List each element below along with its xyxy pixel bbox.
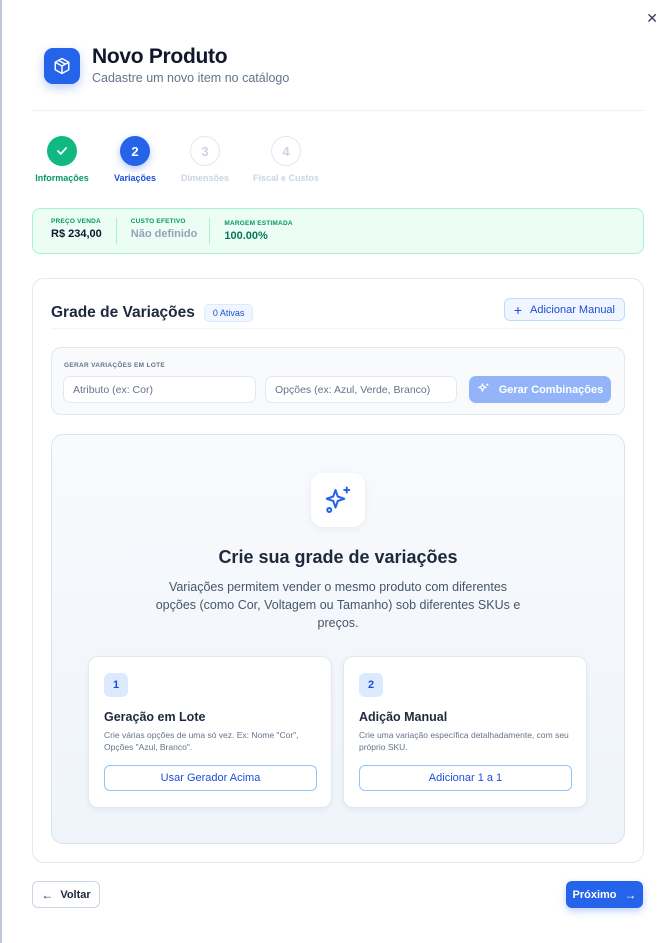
- box-icon: [44, 47, 80, 84]
- step-informacoes[interactable]: Informações: [22, 136, 102, 183]
- arrow-right-icon: →: [624, 887, 637, 902]
- modal-header: Novo Produto Cadastre um novo item no ca…: [44, 46, 289, 85]
- panel-header: Grade de Variações 0 Ativas + Adicionar …: [51, 297, 625, 329]
- attribute-input[interactable]: [63, 376, 256, 403]
- price-value: R$ 234,00: [51, 228, 102, 240]
- bulk-label: GERAR VARIAÇÕES EM LOTE: [64, 362, 166, 369]
- step-label: Dimensões: [180, 173, 230, 183]
- step-number: 3: [190, 136, 220, 166]
- generate-combinations-button[interactable]: Gerar Combinações: [469, 376, 611, 403]
- active-count-badge: 0 Ativas: [203, 303, 254, 322]
- step-fiscal-custos[interactable]: 4 Fiscal e Custos: [246, 136, 326, 183]
- cost-metric: CUSTO EFETIVO Não definido: [131, 218, 211, 244]
- card-description: Crie várias opções de uma só vez. Ex: No…: [104, 730, 299, 752]
- add-one-by-one-button[interactable]: Adicionar 1 a 1: [359, 765, 572, 791]
- step-number: 4: [271, 136, 301, 166]
- card-title: Geração em Lote: [104, 710, 206, 724]
- step-label: Variações: [113, 173, 157, 183]
- step-variacoes[interactable]: 2 Variações: [95, 136, 175, 183]
- bulk-generation-card: 1 Geração em Lote Crie várias opções de …: [88, 656, 332, 808]
- divider: [32, 110, 644, 111]
- check-icon: [47, 136, 77, 166]
- next-button[interactable]: Próximo →: [566, 881, 643, 908]
- sparkles-icon: [477, 382, 490, 398]
- step-label: Informações: [35, 173, 89, 183]
- step-dimensoes[interactable]: 3 Dimensões: [165, 136, 245, 183]
- pricing-summary: PREÇO VENDA R$ 234,00 CUSTO EFETIVO Não …: [32, 208, 644, 254]
- manual-addition-card: 2 Adição Manual Crie uma variação especí…: [343, 656, 587, 808]
- page-subtitle: Cadastre um novo item no catálogo: [92, 71, 290, 85]
- step-number: 2: [120, 136, 150, 166]
- cost-value: Não definido: [130, 228, 198, 240]
- price-metric: PREÇO VENDA R$ 234,00: [51, 218, 117, 244]
- window-edge: [0, 0, 2, 943]
- arrow-left-icon: ←: [41, 887, 54, 902]
- options-input[interactable]: [265, 376, 457, 403]
- variations-panel: Grade de Variações 0 Ativas + Adicionar …: [32, 278, 644, 863]
- empty-description: Variações permitem vender o mesmo produt…: [155, 580, 521, 630]
- empty-state: Crie sua grade de variações Variações pe…: [51, 434, 625, 844]
- use-generator-button[interactable]: Usar Gerador Acima: [104, 765, 317, 791]
- plus-icon: +: [513, 301, 522, 318]
- panel-title: Grade de Variações: [51, 303, 195, 321]
- card-description: Crie uma variação específica detalhadame…: [359, 730, 569, 752]
- empty-title: Crie sua grade de variações: [218, 547, 458, 567]
- bulk-generator: GERAR VARIAÇÕES EM LOTE Gerar Combinaçõe…: [51, 347, 625, 415]
- close-icon[interactable]: ✕: [646, 10, 658, 27]
- back-button[interactable]: ← Voltar: [32, 881, 100, 908]
- margin-value: 100.00%: [224, 230, 268, 242]
- margin-metric: MARGEM ESTIMADA 100.00%: [224, 220, 293, 242]
- card-number: 1: [104, 673, 128, 697]
- add-manual-button[interactable]: + Adicionar Manual: [503, 298, 625, 321]
- step-label: Fiscal e Custos: [252, 173, 320, 183]
- page-title: Novo Produto: [92, 45, 228, 68]
- card-title: Adição Manual: [359, 710, 448, 724]
- card-number: 2: [359, 673, 383, 697]
- sparkles-icon: [311, 473, 365, 527]
